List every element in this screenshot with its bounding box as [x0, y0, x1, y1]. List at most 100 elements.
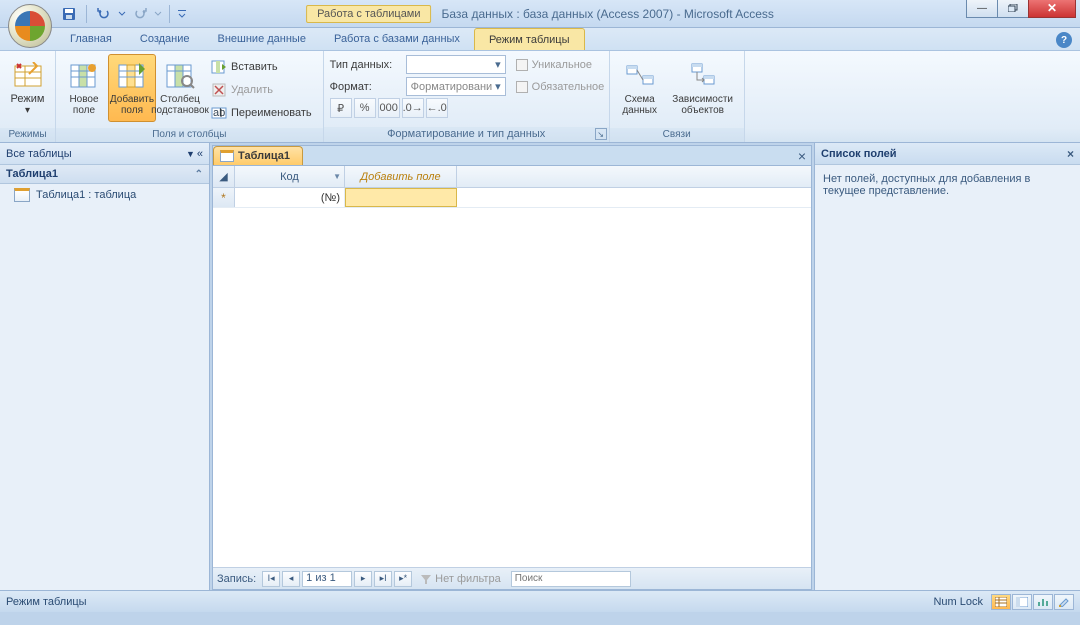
column-label: Код	[280, 171, 299, 183]
save-button[interactable]	[58, 3, 80, 25]
record-label: Запись:	[217, 573, 256, 585]
tab-external-data[interactable]: Внешние данные	[204, 28, 320, 50]
filter-label: Нет фильтра	[435, 573, 501, 585]
redo-dropdown[interactable]	[153, 3, 163, 25]
main-area: Все таблицы ▼ « Таблица1 ⌃ Таблица1 : та…	[0, 143, 1080, 590]
group-label-views: Режимы	[0, 128, 55, 142]
datasheet-new-row[interactable]: * (№)	[213, 188, 811, 208]
separator	[169, 5, 170, 23]
title-center: Работа с таблицами База данных : база да…	[306, 5, 774, 23]
first-record-button[interactable]: I◂	[262, 571, 280, 587]
document-area: Таблица1 × ◢ Код ▼ Добавить поле * (№)	[210, 143, 814, 590]
increase-decimals-button[interactable]: .0→	[402, 98, 424, 118]
new-field-icon	[68, 60, 100, 92]
undo-button[interactable]	[93, 3, 115, 25]
row-selector-new[interactable]: *	[213, 188, 235, 207]
qat-customize-button[interactable]	[176, 3, 188, 25]
decrease-decimals-button[interactable]: ←.0	[426, 98, 448, 118]
chevron-up-icon: ⌃	[195, 169, 203, 180]
pivottable-icon	[1016, 597, 1028, 607]
add-column-label: Добавить поле	[360, 171, 440, 183]
relationships-icon	[624, 60, 656, 92]
datatype-label: Тип данных:	[330, 59, 402, 71]
format-label: Формат:	[330, 81, 402, 93]
close-button[interactable]: ✕	[1028, 0, 1076, 18]
undo-icon	[96, 6, 112, 22]
datasheet-view-icon	[12, 60, 44, 92]
filter-icon	[420, 573, 432, 585]
rename-button[interactable]: ab Переименовать	[206, 102, 317, 123]
collapse-icon[interactable]: «	[197, 148, 203, 160]
view-button[interactable]: Режим▾	[4, 54, 51, 122]
datasheet-view-button[interactable]	[991, 594, 1011, 610]
prev-record-button[interactable]: ◂	[282, 571, 300, 587]
delete-button[interactable]: Удалить	[206, 79, 317, 100]
group-label-fields: Поля и столбцы	[56, 128, 323, 142]
chevron-down-icon: ▾	[495, 80, 501, 93]
cell-id-new[interactable]: (№)	[235, 188, 345, 207]
design-view-button[interactable]	[1054, 594, 1074, 610]
new-record-button[interactable]: ▸*	[394, 571, 412, 587]
select-all-cell[interactable]: ◢	[213, 166, 235, 187]
close-pane-button[interactable]: ×	[1067, 147, 1074, 161]
chevron-down-icon: ▼	[186, 149, 195, 159]
search-input[interactable]	[511, 571, 631, 587]
numlock-indicator: Num Lock	[933, 596, 983, 608]
field-list-header: Список полей ×	[815, 143, 1080, 165]
comma-icon: 000	[379, 102, 397, 114]
field-ops-column: Вставить Удалить ab Переименовать	[204, 54, 319, 125]
field-list-pane: Список полей × Нет полей, доступных для …	[814, 143, 1080, 590]
thousands-format-button[interactable]: 000	[378, 98, 400, 118]
field-list-body: Нет полей, доступных для добавления в те…	[815, 165, 1080, 205]
relationships-button[interactable]: Схема данных	[614, 54, 666, 122]
tab-datasheet[interactable]: Режим таблицы	[474, 28, 585, 50]
delete-icon	[211, 82, 227, 98]
number-format-row: ₽ % 000 .0→ ←.0	[328, 98, 508, 118]
tab-home[interactable]: Главная	[56, 28, 126, 50]
pivotchart-icon	[1037, 597, 1049, 607]
minimize-button[interactable]: —	[966, 0, 998, 18]
insert-label: Вставить	[231, 61, 278, 73]
chevron-down-icon	[118, 10, 126, 18]
unique-checkbox[interactable]: Уникальное	[514, 54, 607, 75]
format-combo[interactable]: Форматировани▾	[406, 77, 506, 96]
office-button[interactable]	[8, 4, 52, 48]
maximize-button[interactable]	[997, 0, 1029, 18]
cell-add-new[interactable]	[345, 188, 457, 207]
pivottable-view-button[interactable]	[1012, 594, 1032, 610]
pivotchart-view-button[interactable]	[1033, 594, 1053, 610]
filter-indicator[interactable]: Нет фильтра	[420, 573, 501, 585]
column-header-id[interactable]: Код ▼	[235, 166, 345, 187]
table-icon	[220, 150, 234, 162]
column-header-add[interactable]: Добавить поле	[345, 166, 457, 187]
lookup-column-button[interactable]: Столбец подстановок	[156, 54, 204, 122]
document-tab-table1[interactable]: Таблица1	[213, 146, 303, 165]
new-field-button[interactable]: Новое поле	[60, 54, 108, 122]
help-button[interactable]: ?	[1056, 32, 1072, 48]
nav-item-table1[interactable]: Таблица1 : таблица	[0, 184, 209, 206]
currency-format-button[interactable]: ₽	[330, 98, 352, 118]
redo-button[interactable]	[129, 3, 151, 25]
svg-text:ab: ab	[213, 107, 225, 119]
tab-database-tools[interactable]: Работа с базами данных	[320, 28, 474, 50]
nav-group-table1[interactable]: Таблица1 ⌃	[0, 165, 209, 184]
tab-create[interactable]: Создание	[126, 28, 204, 50]
datatype-combo[interactable]: ▾	[406, 55, 506, 74]
undo-dropdown[interactable]	[117, 3, 127, 25]
dependencies-button[interactable]: Зависимости объектов	[666, 54, 740, 122]
group-label-relationships: Связи	[610, 128, 744, 142]
insert-icon	[211, 59, 227, 75]
navpane-header[interactable]: Все таблицы ▼ «	[0, 143, 209, 165]
add-fields-button[interactable]: Добавить поля	[108, 54, 156, 122]
ribbon: Режим▾ Режимы Новое поле Добавить поля С…	[0, 51, 1080, 143]
last-record-button[interactable]: ▸I	[374, 571, 392, 587]
required-checkbox[interactable]: Обязательное	[514, 76, 607, 97]
next-record-button[interactable]: ▸	[354, 571, 372, 587]
record-position-input[interactable]: 1 из 1	[302, 571, 352, 587]
datasheet-view-icon	[995, 597, 1007, 607]
dialog-launcher[interactable]: ↘	[595, 128, 607, 140]
insert-button[interactable]: Вставить	[206, 56, 317, 77]
new-field-label: Новое поле	[69, 94, 98, 116]
percent-format-button[interactable]: %	[354, 98, 376, 118]
document-close-button[interactable]: ×	[793, 148, 811, 164]
